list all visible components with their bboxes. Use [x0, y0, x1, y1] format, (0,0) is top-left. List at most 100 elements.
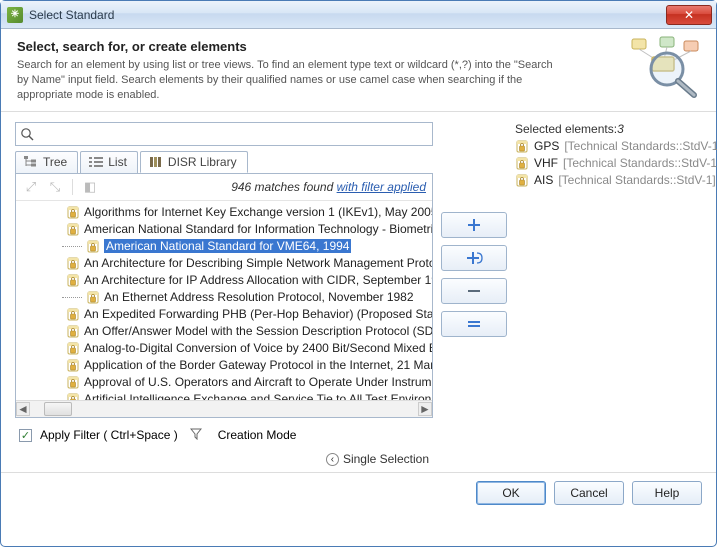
selected-item[interactable]: VHF [Technical Standards::StdV-1]: [515, 155, 717, 172]
list-item[interactable]: Algorithms for Internet Key Exchange ver…: [20, 204, 430, 221]
toolbar-action-icon: ◧: [81, 179, 99, 195]
list-item[interactable]: Artificial Intelligence Exchange and Ser…: [20, 391, 430, 400]
selected-item-name: AIS: [534, 173, 553, 187]
single-selection-label: Single Selection: [343, 452, 429, 466]
tab-disr-library[interactable]: DISR Library: [140, 151, 248, 173]
view-tabs: Tree List DISR Library: [15, 151, 433, 174]
tab-list-label: List: [108, 155, 127, 169]
list-item[interactable]: An Expedited Forwarding PHB (Per-Hop Beh…: [20, 306, 430, 323]
selected-elements-label-row: Selected elements:3: [515, 122, 717, 136]
selected-item-name: GPS: [534, 139, 559, 153]
toolbar-separator: [72, 179, 73, 195]
list-item-label: Approval of U.S. Operators and Aircraft …: [84, 375, 432, 389]
collapse-icon: ⤡: [46, 179, 64, 195]
add-recursive-button[interactable]: [441, 245, 507, 271]
selected-item-qualifier: [Technical Standards::StdV-1]: [558, 173, 715, 187]
tab-disr-label: DISR Library: [168, 155, 237, 169]
selected-item-name: VHF: [534, 156, 558, 170]
list-item[interactable]: Analog-to-Digital Conversion of Voice by…: [20, 340, 430, 357]
close-button[interactable]: ✕: [666, 5, 712, 25]
locked-standard-icon: [66, 393, 80, 400]
selected-item-qualifier: [Technical Standards::StdV-1]: [564, 139, 717, 153]
expand-icon: ⤢: [22, 179, 40, 195]
list-item[interactable]: An Ethernet Address Resolution Protocol,…: [20, 289, 430, 306]
minus-icon: [465, 282, 483, 300]
results-toolbar: ⤢ ⤡ ◧ 946 matches found with filter appl…: [16, 174, 432, 200]
scroll-left-arrow[interactable]: ◄: [16, 402, 30, 416]
apply-filter-checkbox[interactable]: ✓: [19, 429, 32, 442]
list-item-label: An Offer/Answer Model with the Session D…: [84, 324, 432, 338]
list-item[interactable]: American National Standard for VME64, 19…: [20, 238, 430, 255]
app-icon: ✳: [7, 7, 23, 23]
tab-list[interactable]: List: [80, 151, 138, 173]
locked-standard-icon: [515, 174, 529, 187]
selected-elements-count: 3: [617, 122, 624, 136]
tree-icon: [24, 156, 38, 168]
double-minus-icon: [465, 315, 483, 333]
list-item-label: An Ethernet Address Resolution Protocol,…: [104, 290, 414, 304]
locked-standard-icon: [66, 274, 80, 287]
match-count: 946 matches found with filter applied: [231, 180, 426, 194]
remove-button[interactable]: [441, 278, 507, 304]
window-title: Select Standard: [29, 8, 666, 22]
results-tree[interactable]: Algorithms for Internet Key Exchange ver…: [16, 200, 432, 400]
plus-icon: [465, 216, 483, 234]
tab-tree-label: Tree: [43, 155, 67, 169]
header-description: Search for an element by using list or t…: [17, 58, 557, 103]
creation-mode-label[interactable]: Creation Mode: [218, 428, 297, 442]
close-icon: ✕: [684, 8, 694, 22]
locked-standard-icon: [515, 140, 529, 153]
list-item-label: Artificial Intelligence Exchange and Ser…: [84, 392, 431, 400]
header-section: Select, search for, or create elements S…: [1, 29, 716, 112]
results-panel: ⤢ ⤡ ◧ 946 matches found with filter appl…: [15, 173, 433, 418]
locked-standard-icon: [515, 157, 529, 170]
add-button[interactable]: [441, 212, 507, 238]
remove-all-button[interactable]: [441, 311, 507, 337]
list-item[interactable]: American National Standard for Informati…: [20, 221, 430, 238]
search-icon: [20, 127, 34, 144]
cancel-button[interactable]: Cancel: [554, 481, 624, 505]
list-icon: [89, 156, 103, 168]
library-icon: [149, 156, 163, 168]
horizontal-scrollbar[interactable]: ◄ ►: [16, 400, 432, 417]
scroll-thumb[interactable]: [44, 402, 72, 416]
header-search-icon: [624, 35, 702, 99]
tree-connector: [62, 297, 82, 298]
list-item-label: Analog-to-Digital Conversion of Voice by…: [84, 341, 432, 355]
selected-item[interactable]: GPS [Technical Standards::StdV-1]: [515, 138, 717, 155]
filter-row: ✓ Apply Filter ( Ctrl+Space ) Creation M…: [15, 418, 433, 447]
list-item[interactable]: An Architecture for Describing Simple Ne…: [20, 255, 430, 272]
selected-elements-label: Selected elements:: [515, 122, 617, 136]
funnel-icon[interactable]: [190, 428, 202, 443]
list-item-label: An Architecture for IP Address Allocatio…: [84, 273, 432, 287]
list-item-label: An Expedited Forwarding PHB (Per-Hop Beh…: [84, 307, 432, 321]
dialog-button-bar: OK Cancel Help: [1, 472, 716, 513]
search-input[interactable]: [15, 122, 433, 146]
filter-applied-link[interactable]: with filter applied: [337, 180, 426, 194]
locked-standard-icon: [66, 376, 80, 389]
list-item[interactable]: Approval of U.S. Operators and Aircraft …: [20, 374, 430, 391]
list-item-label: American National Standard for Informati…: [84, 222, 432, 236]
locked-standard-icon: [66, 257, 80, 270]
locked-standard-icon: [66, 325, 80, 338]
locked-standard-icon: [66, 223, 80, 236]
scroll-right-arrow[interactable]: ►: [418, 402, 432, 416]
locked-standard-icon: [66, 359, 80, 372]
list-item[interactable]: Application of the Border Gateway Protoc…: [20, 357, 430, 374]
list-item-label: Application of the Border Gateway Protoc…: [84, 358, 432, 372]
locked-standard-icon: [86, 240, 100, 253]
plus-recursive-icon: [464, 249, 484, 267]
selected-item-qualifier: [Technical Standards::StdV-1]: [563, 156, 717, 170]
list-item[interactable]: An Architecture for IP Address Allocatio…: [20, 272, 430, 289]
single-selection-toggle[interactable]: ‹ Single Selection: [326, 452, 429, 466]
ok-button[interactable]: OK: [476, 481, 546, 505]
titlebar: ✳ Select Standard ✕: [1, 1, 716, 29]
list-item[interactable]: An Offer/Answer Model with the Session D…: [20, 323, 430, 340]
help-button[interactable]: Help: [632, 481, 702, 505]
tab-tree[interactable]: Tree: [15, 151, 78, 173]
selected-elements-list[interactable]: GPS [Technical Standards::StdV-1]VHF [Te…: [515, 138, 717, 440]
selected-item[interactable]: AIS [Technical Standards::StdV-1]: [515, 172, 717, 189]
match-count-text: 946 matches found: [231, 180, 333, 194]
list-item-label: Algorithms for Internet Key Exchange ver…: [84, 205, 432, 219]
apply-filter-label: Apply Filter ( Ctrl+Space ): [40, 428, 178, 442]
